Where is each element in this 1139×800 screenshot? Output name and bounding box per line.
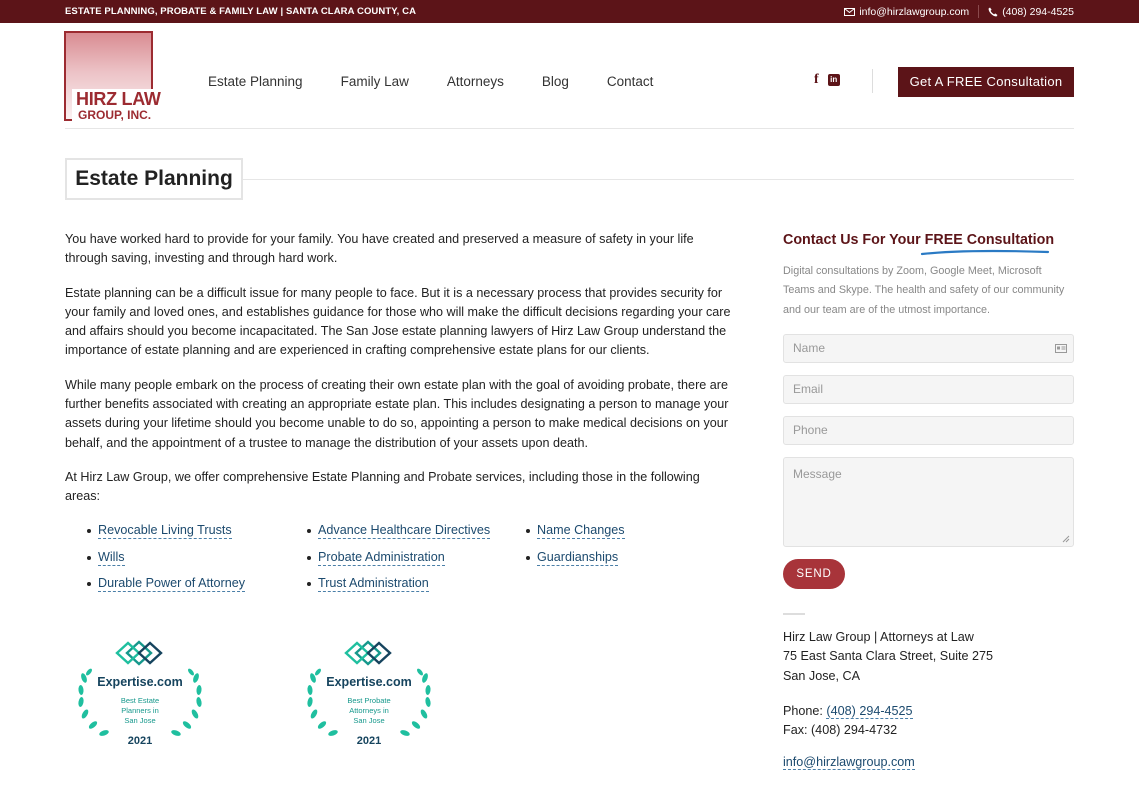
bullet-icon	[87, 582, 91, 587]
bullet-icon	[526, 529, 530, 533]
message-placeholder: Message	[793, 467, 842, 481]
firm-street: 75 East Santa Clara Street, Suite 275	[783, 649, 994, 664]
service-link[interactable]: Advance Healthcare Directives	[318, 523, 491, 539]
service-link[interactable]: Guardianships	[537, 550, 619, 566]
firm-fax: Fax: (408) 294-4732	[783, 723, 898, 738]
badge-brand: Expertise.com	[97, 675, 183, 689]
badge-brand: Expertise.com	[326, 675, 412, 689]
service-link[interactable]: Name Changes	[537, 523, 625, 539]
badge-line1: Best Estate	[120, 696, 160, 705]
logo-line1: HIRZ LAW	[76, 89, 161, 109]
paragraph-intro: You have worked hard to provide for your…	[65, 232, 694, 266]
message-field[interactable]: Message	[783, 457, 1074, 547]
firm-address: Hirz Law Group | Attorneys at Law 75 Eas…	[783, 628, 993, 740]
title-rule	[243, 179, 1074, 180]
sidebar-heading: Contact Us For Your FREE Consultation	[783, 232, 1054, 248]
laurel-icon	[78, 640, 202, 736]
top-email-link[interactable]: info@hirzlawgroup.com	[859, 6, 969, 18]
underline-swash-icon	[920, 249, 1050, 256]
email-field[interactable]: Email	[783, 375, 1074, 404]
expertise-badge-estate[interactable]: Expertise.com Best Estate Planners in Sa…	[75, 638, 205, 750]
envelope-icon	[844, 7, 856, 16]
badge-line2: Attorneys in	[349, 706, 389, 715]
header-divider	[872, 69, 873, 93]
bullet-icon	[307, 582, 311, 587]
nav-contact[interactable]: Contact	[607, 74, 654, 89]
laurel-icon	[307, 640, 431, 736]
free-consultation-button[interactable]: Get A FREE Consultation	[898, 67, 1074, 97]
social-links: f in	[814, 72, 840, 88]
resize-handle-icon[interactable]	[1062, 535, 1070, 543]
top-divider	[978, 5, 980, 18]
badge-line1: Best Probate	[347, 696, 391, 705]
logo-line2: GROUP, INC.	[78, 108, 152, 122]
bullet-icon	[87, 555, 91, 560]
service-link[interactable]: Probate Administration	[318, 550, 445, 566]
page-title: Estate Planning	[65, 158, 243, 200]
nav-estate-planning[interactable]: Estate Planning	[208, 74, 303, 89]
paragraph-estate-planning: Estate planning can be a difficult issue…	[65, 285, 731, 358]
site-header: HIRZ LAW GROUP, INC. Estate Planning Fam…	[0, 23, 1139, 129]
name-field[interactable]: Name	[783, 334, 1074, 363]
top-bar: ESTATE PLANNING, PROBATE & FAMILY LAW | …	[0, 0, 1139, 23]
bullet-icon	[307, 529, 311, 533]
service-link[interactable]: Trust Administration	[318, 576, 429, 593]
expertise-badge-probate[interactable]: Expertise.com Best Probate Attorneys in …	[304, 638, 434, 750]
send-button[interactable]: SEND	[783, 559, 845, 589]
bullet-icon	[307, 555, 311, 560]
badge-caption: Best Probate Attorneys in San Jose	[329, 696, 409, 726]
badge-year: 2021	[127, 735, 153, 747]
paragraph-services: At Hirz Law Group, we offer comprehensiv…	[65, 470, 700, 504]
top-tagline: ESTATE PLANNING, PROBATE & FAMILY LAW | …	[65, 6, 417, 17]
firm-email-link[interactable]: info@hirzlawgroup.com	[783, 755, 915, 770]
main-nav: Estate Planning Family Law Attorneys Blo…	[208, 74, 691, 89]
contact-card-icon	[1055, 344, 1067, 353]
facebook-icon[interactable]: f	[814, 72, 819, 88]
logo[interactable]: HIRZ LAW GROUP, INC.	[64, 31, 161, 123]
service-link[interactable]: Wills	[98, 550, 125, 566]
phone-icon	[988, 7, 998, 17]
phone-placeholder: Phone	[793, 423, 828, 437]
address-spacer	[783, 686, 993, 701]
service-link[interactable]: Durable Power of Attorney	[98, 576, 246, 593]
name-placeholder: Name	[793, 341, 826, 355]
badge-line3: San Jose	[353, 716, 385, 725]
nav-attorneys[interactable]: Attorneys	[447, 74, 504, 89]
firm-phone-link[interactable]: (408) 294-4525	[826, 703, 913, 719]
top-phone-link[interactable]: (408) 294-4525	[1002, 6, 1074, 18]
badge-year: 2021	[356, 735, 382, 747]
header-rule	[65, 128, 1074, 129]
nav-blog[interactable]: Blog	[542, 74, 569, 89]
firm-phone-row: Phone: (408) 294-4525	[783, 702, 993, 721]
top-contact: info@hirzlawgroup.com (408) 294-4525	[844, 5, 1074, 18]
nav-family-law[interactable]: Family Law	[341, 74, 409, 89]
firm-name: Hirz Law Group | Attorneys at Law	[783, 630, 974, 644]
sidebar-heading-highlight: FREE Consultation	[924, 232, 1055, 248]
phone-label: Phone:	[783, 703, 827, 718]
bullet-icon	[87, 529, 91, 533]
main-content: You have worked hard to provide for your…	[65, 230, 735, 522]
firm-city: San Jose, CA	[783, 668, 861, 683]
service-link[interactable]: Revocable Living Trusts	[98, 523, 232, 539]
badge-caption: Best Estate Planners in San Jose	[100, 696, 180, 726]
sidebar-heading-prefix: Contact Us For Your	[783, 232, 925, 248]
email-placeholder: Email	[793, 382, 824, 396]
sidebar-intro: Digital consultations by Zoom, Google Me…	[783, 265, 1065, 316]
badge-line2: Planners in	[121, 706, 159, 715]
badge-line3: San Jose	[124, 716, 156, 725]
bullet-icon	[526, 555, 530, 560]
phone-field[interactable]: Phone	[783, 416, 1074, 445]
paragraph-benefits: While many people embark on the process …	[65, 378, 729, 450]
sidebar-divider	[783, 613, 805, 615]
linkedin-icon[interactable]: in	[827, 74, 840, 86]
